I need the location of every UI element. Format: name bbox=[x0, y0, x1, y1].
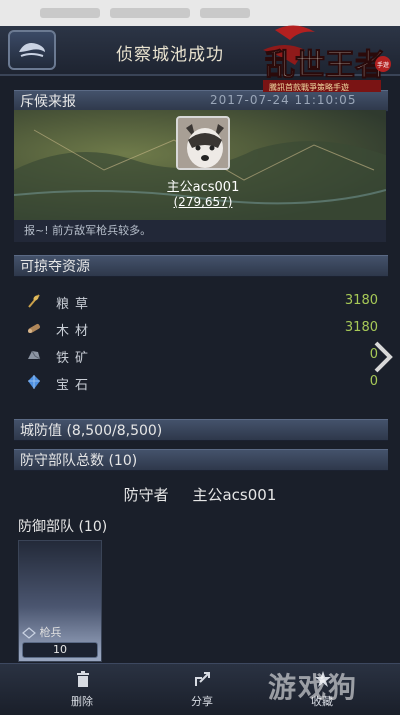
resource-row-grain: 粮草 3180 bbox=[14, 290, 386, 314]
svg-text:手遊: 手遊 bbox=[377, 61, 389, 69]
troops-header: 防御部队 (10) bbox=[14, 516, 388, 538]
resource-row-iron: 铁矿 0 bbox=[14, 344, 386, 368]
share-button[interactable]: 分享 bbox=[142, 664, 262, 715]
chevron-right-icon[interactable] bbox=[372, 340, 394, 374]
husky-avatar-icon bbox=[178, 118, 228, 168]
player-name: 主公acs001 bbox=[166, 180, 240, 195]
iron-icon bbox=[28, 350, 41, 360]
resources-section-title: 可掠夺资源 bbox=[20, 259, 90, 275]
delete-label: 删除 bbox=[71, 695, 93, 708]
player-power-link[interactable]: (279,657) bbox=[140, 195, 266, 209]
defender-name: 主公acs001 bbox=[192, 486, 277, 504]
avatar[interactable] bbox=[176, 116, 230, 170]
scout-report-text: 报~! 前方敌军枪兵较多。 bbox=[14, 220, 386, 242]
page-title: 侦察城池成功 bbox=[116, 45, 224, 65]
troop-name-text: 枪兵 bbox=[39, 626, 62, 639]
share-label: 分享 bbox=[191, 695, 213, 708]
wood-icon bbox=[28, 324, 40, 333]
defense-total-label: 防守部队总数 (10) bbox=[20, 453, 138, 469]
trash-icon bbox=[77, 671, 89, 687]
city-defense-header: 城防值 (8,500/8,500) bbox=[14, 419, 388, 441]
resource-value: 0 bbox=[369, 374, 378, 389]
dragon-back-icon bbox=[19, 43, 45, 57]
troop-count: 10 bbox=[22, 642, 98, 658]
gem-icon bbox=[28, 375, 40, 389]
defender-label: 防守者 bbox=[123, 486, 169, 504]
troops-label: 防御部队 (10) bbox=[18, 519, 108, 535]
share-icon bbox=[195, 672, 210, 686]
resource-value: 3180 bbox=[344, 293, 378, 308]
resource-label: 木材 bbox=[56, 324, 95, 339]
svg-text:乱世王者: 乱世王者 bbox=[265, 48, 385, 83]
back-button[interactable] bbox=[8, 30, 56, 70]
delete-button[interactable]: 删除 bbox=[22, 664, 142, 715]
resource-row-wood: 木材 3180 bbox=[14, 317, 386, 341]
watermark: 游戏狗 bbox=[268, 671, 359, 704]
resource-label: 铁矿 bbox=[56, 351, 95, 366]
scout-section-title: 斥候来报 bbox=[20, 94, 76, 110]
resource-row-gem: 宝石 0 bbox=[14, 371, 386, 395]
resource-label: 宝石 bbox=[56, 378, 95, 393]
rank-badge-icon bbox=[22, 627, 36, 639]
grain-icon bbox=[28, 294, 40, 308]
defense-total-header: 防守部队总数 (10) bbox=[14, 449, 388, 471]
resources-section-header: 可掠夺资源 bbox=[14, 255, 388, 277]
city-defense-label: 城防值 (8,500/8,500) bbox=[20, 423, 163, 439]
troop-name: 枪兵 bbox=[16, 624, 96, 640]
resource-label: 粮草 bbox=[56, 297, 95, 312]
svg-text:騰訊首款戰爭策略手遊: 騰訊首款戰爭策略手遊 bbox=[269, 82, 349, 92]
resource-value: 3180 bbox=[344, 320, 378, 335]
game-logo: 乱世王者 騰訊首款戰爭策略手遊 手遊 bbox=[255, 20, 395, 100]
defender-line: 防守者 主公acs001 bbox=[14, 484, 386, 505]
